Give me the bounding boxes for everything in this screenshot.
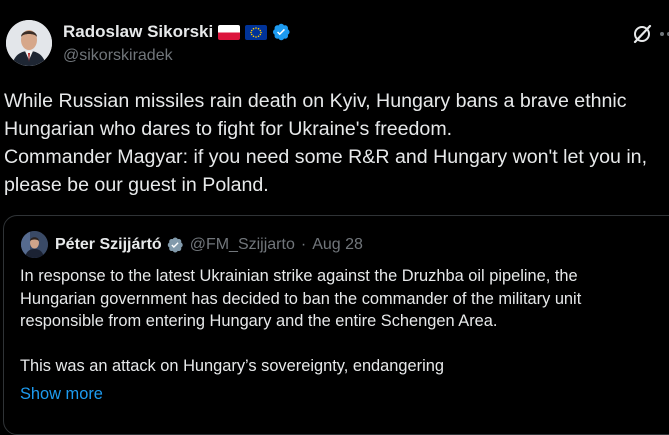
author-handle[interactable]: @sikorskiradek [63,47,173,65]
tweet-text: While Russian missiles rain death on Kyi… [4,87,669,199]
tweet-line: Hungarian who dares to fight for Ukraine… [4,118,453,140]
author-name-row: Radoslaw Sikorski [63,21,291,43]
poland-flag-icon [218,24,241,40]
quote-line [20,333,669,356]
verified-badge-icon[interactable] [166,236,184,254]
grok-icon[interactable] [631,23,653,45]
quote-line: In response to the latest Ukrainian stri… [20,267,578,285]
quote-text: In response to the latest Ukrainian stri… [20,265,669,378]
tweet-line: Commander Magyar: if you need some R&R a… [4,146,648,168]
show-more-link[interactable]: Show more [20,385,103,404]
tweet-line: While Russian missiles rain death on Kyi… [4,90,627,112]
author-name[interactable]: Radoslaw Sikorski [63,22,213,42]
author-avatar[interactable] [6,20,52,66]
more-options-icon[interactable] [658,23,669,45]
eu-flag-icon [245,24,268,40]
quote-author-name[interactable]: Péter Szijjártó [55,236,162,254]
meta-separator: · [300,236,307,253]
verified-badge-icon[interactable] [271,22,291,42]
quote-line: responsible from entering Hungary and th… [20,312,498,330]
quote-line: Hungarian government has decided to ban … [20,289,582,308]
tweet-line: please be our guest in Poland. [4,174,269,196]
quote-author-handle[interactable]: @FM_Szijjarto [190,236,295,254]
quote-date[interactable]: Aug 28 [312,236,363,254]
quote-line: This was an attack on Hungary’s sovereig… [20,357,444,375]
quote-header: Péter Szijjártó @FM_Szijjarto · Aug 28 [55,234,363,256]
quote-author-avatar[interactable] [21,231,48,258]
